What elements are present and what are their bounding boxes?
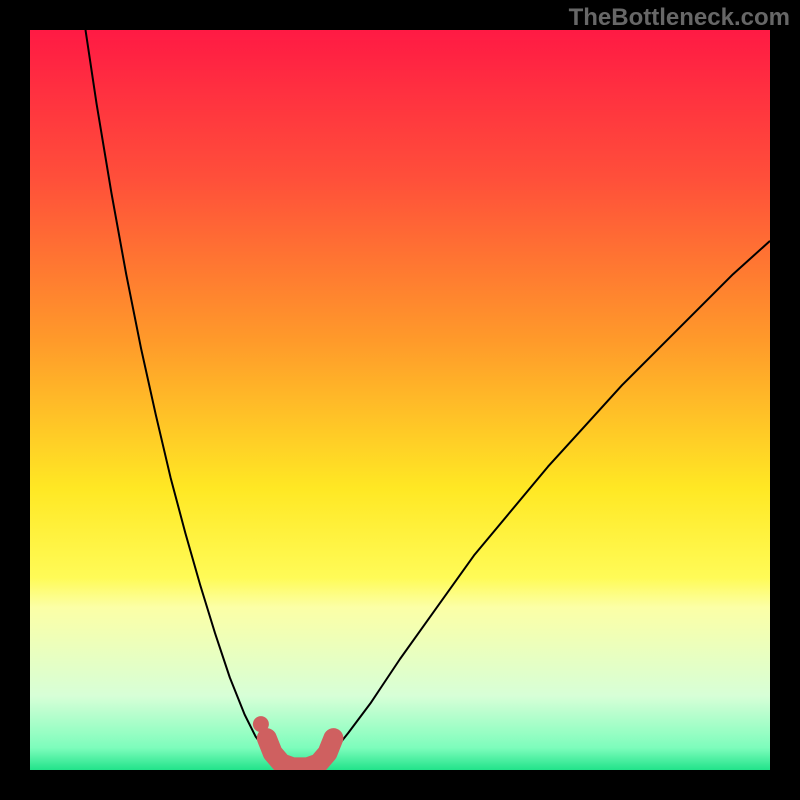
chart-frame: TheBottleneck.com	[0, 0, 800, 800]
chart-svg	[30, 30, 770, 770]
watermark-text: TheBottleneck.com	[569, 4, 790, 32]
plot-area	[30, 30, 770, 770]
